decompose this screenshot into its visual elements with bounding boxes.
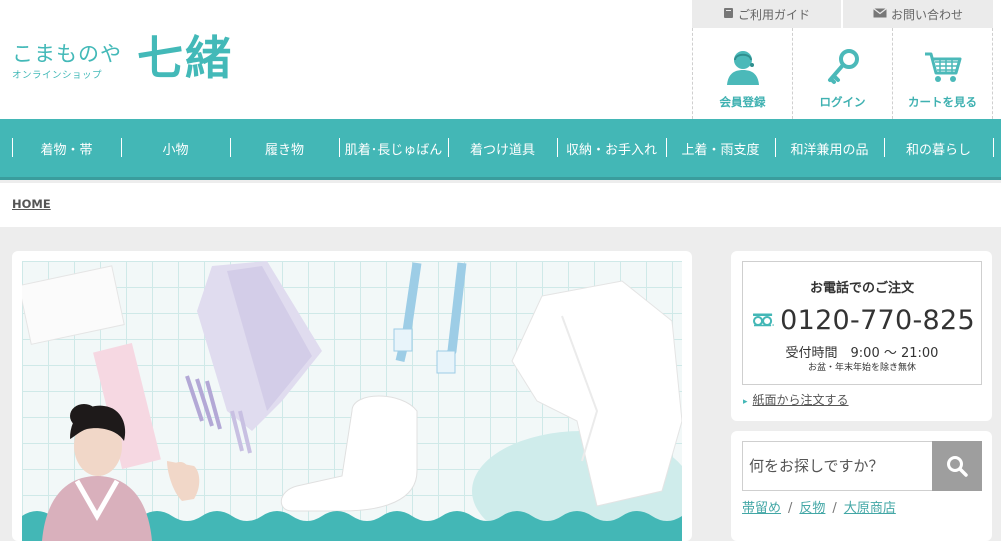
gnav-item-komono[interactable]: 小物 [121, 118, 230, 179]
contact-link[interactable]: お問い合わせ [843, 0, 993, 28]
freedial-icon [753, 313, 774, 327]
banner-illustration [22, 261, 682, 541]
login-button[interactable]: ログイン [792, 28, 892, 119]
breadcrumb-home-link[interactable]: HOME [12, 197, 51, 211]
login-label: ログイン [819, 95, 866, 109]
book-icon [723, 7, 734, 22]
guide-link[interactable]: ご利用ガイド [692, 0, 842, 28]
register-label: 会員登録 [719, 95, 766, 109]
main-banner[interactable] [22, 261, 682, 541]
contact-link-label: お問い合わせ [890, 7, 963, 22]
mail-icon [873, 7, 887, 21]
gnav-item-dressing-tools[interactable]: 着つけ道具 [448, 118, 557, 179]
gnav-item-outerwear-rain[interactable]: 上着・雨支度 [666, 118, 775, 179]
phone-order-box: お電話でのご注文 0120-770-825 受付時間 9:00 〜 21:00 … [742, 261, 982, 385]
gnav-item-footwear[interactable]: 履き物 [230, 118, 339, 179]
breadcrumb: HOME [0, 183, 1001, 227]
logo-big-text: 七緒 [137, 31, 233, 85]
user-nav: 会員登録 ログイン カートを見る [692, 28, 993, 119]
phone-number-row: 0120-770-825 [753, 302, 975, 338]
gnav-item-kimono[interactable]: 着物・帯 [12, 118, 121, 179]
keyword-link-ohara-shoten[interactable]: 大原商店 [844, 501, 896, 516]
logo-sub-text: オンラインショップ [12, 70, 103, 81]
guide-link-label: ご利用ガイド [737, 7, 810, 22]
cart-icon [924, 52, 961, 82]
gnav-item-japanese-living[interactable]: 和の暮らし [884, 118, 994, 179]
search-icon [947, 456, 968, 477]
cart-button[interactable]: カートを見る [892, 28, 993, 119]
user-register-icon [726, 51, 759, 85]
key-icon [827, 49, 859, 84]
main-banner-card [12, 251, 692, 541]
utility-bar: ご利用ガイド お問い合わせ [692, 0, 993, 28]
gnav-item-storage-care[interactable]: 収納・お手入れ [557, 118, 666, 179]
site-header: こまものや オンラインショップ 七緒 ご利用ガイド お問い合わせ 会員登録 ログ… [0, 0, 1001, 119]
register-button[interactable]: 会員登録 [692, 28, 792, 119]
paper-order-link[interactable]: 紙面から注文する [743, 391, 849, 408]
phone-hours: 受付時間 9:00 〜 21:00 [785, 346, 939, 361]
keyword-separator: / [788, 501, 793, 516]
search-button[interactable] [932, 441, 982, 491]
gnav-item-wayo-items[interactable]: 和洋兼用の品 [775, 118, 884, 179]
phone-order-card: お電話でのご注文 0120-770-825 受付時間 9:00 〜 21:00 … [731, 251, 992, 421]
phone-order-title: お電話でのご注文 [809, 281, 914, 296]
logo-main-text: こまものや [12, 42, 122, 66]
phone-note: お盆・年末年始を除き無休 [807, 363, 916, 373]
search-input[interactable] [742, 441, 933, 491]
search-keywords: 帯留め / 反物 / 大原商店 [742, 497, 896, 516]
gnav-item-underwear[interactable]: 肌着･長じゅばん [339, 118, 448, 179]
phone-number[interactable]: 0120-770-825 [780, 305, 975, 336]
search-card: 帯留め / 反物 / 大原商店 [731, 431, 992, 541]
keyword-separator: / [832, 501, 837, 516]
keyword-link-tanmono[interactable]: 反物 [799, 501, 825, 516]
keyword-link-obidome[interactable]: 帯留め [742, 501, 781, 516]
cart-label: カートを見る [908, 95, 977, 109]
global-nav: 着物・帯 小物 履き物 肌着･長じゅばん 着つけ道具 収納・お手入れ 上着・雨支… [0, 119, 1001, 180]
